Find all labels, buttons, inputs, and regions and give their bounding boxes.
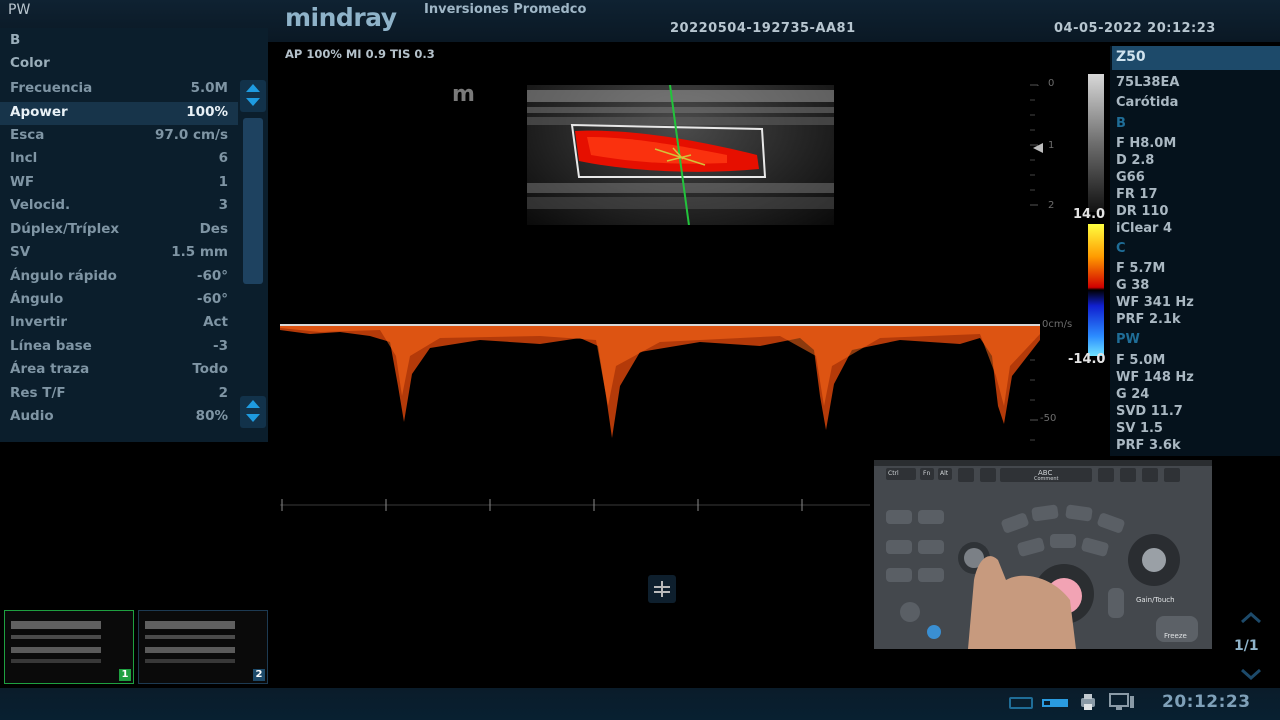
brand-logo: mindray xyxy=(285,3,397,32)
b-param: D 2.8 xyxy=(1116,153,1155,168)
monitor-icon[interactable] xyxy=(1108,692,1136,712)
bmode-image[interactable] xyxy=(527,85,834,225)
b-param: iClear 4 xyxy=(1116,221,1173,236)
system-model-title: Z50 xyxy=(1112,46,1280,70)
arrow-down-icon xyxy=(246,400,260,422)
printer-icon[interactable] xyxy=(1078,692,1098,712)
pw-param: G 24 xyxy=(1116,387,1150,402)
time-axis xyxy=(280,499,870,511)
c-param: G 38 xyxy=(1116,278,1150,293)
storage-icon[interactable] xyxy=(1040,694,1070,712)
acoustic-output: AP 100% MI 0.9 TIS 0.3 xyxy=(285,47,435,61)
menu-row-frecuencia[interactable]: Frecuencia 5.0M xyxy=(0,78,238,101)
b-param: G66 xyxy=(1116,170,1145,185)
exam-datetime: 04-05-2022 20:12:23 xyxy=(1054,21,1216,36)
system-clock: 20:12:23 xyxy=(1162,692,1251,712)
pw-param: SV 1.5 xyxy=(1116,421,1163,436)
menu-row-wf[interactable]: WF 1 xyxy=(0,172,238,195)
menu-row-angulo-rapido[interactable]: Ángulo rápido -60° xyxy=(0,266,238,289)
console-freeze-label: Freeze xyxy=(1164,632,1187,640)
color-scale-min: -14.0 xyxy=(1068,352,1106,367)
color-map-bar xyxy=(1088,224,1104,356)
control-panel-video-overlay: ABC Comment Ctrl Fn Alt Gain/Touch Freez… xyxy=(874,460,1212,649)
probe-orientation-icon: m xyxy=(452,82,475,107)
thumbnail-badge: 2 xyxy=(253,669,265,681)
doppler-spectrum xyxy=(280,326,1040,438)
section-pw: PW xyxy=(1116,332,1140,347)
menu-row-area-traza[interactable]: Área traza Todo xyxy=(0,359,238,382)
section-c: C xyxy=(1116,241,1126,256)
arrow-up-icon xyxy=(246,84,260,106)
menu-row-duplex[interactable]: Dúplex/Tríplex Des xyxy=(0,219,238,242)
velocity-mark-minus50: -50 xyxy=(1040,413,1057,424)
menu-row-esca[interactable]: Esca 97.0 cm/s xyxy=(0,125,238,148)
menu-row-velocid[interactable]: Velocid. 3 xyxy=(0,195,238,218)
menu-row-sv[interactable]: SV 1.5 mm xyxy=(0,242,238,265)
institution-name: Inversiones Promedco xyxy=(424,2,587,17)
patient-id: 20220504-192735-AA81 xyxy=(670,21,856,36)
velocity-zero-label: 0cm/s xyxy=(1042,319,1073,330)
thumbnail-image xyxy=(145,621,235,663)
menu-page-up-button[interactable] xyxy=(240,80,266,112)
menu-row-apower[interactable]: Apower 100% xyxy=(0,102,238,125)
b-param: F H8.0M xyxy=(1116,136,1177,151)
parameter-menu: B Color Frecuencia 5.0M Apower 100% Esca 97… xyxy=(0,28,268,442)
c-param: WF 341 Hz xyxy=(1116,295,1194,310)
chevron-up-icon[interactable] xyxy=(1240,612,1262,624)
color-scale-max: 14.0 xyxy=(1073,207,1106,222)
console-alt-key: Alt xyxy=(940,470,949,477)
console-fn-key: Fn xyxy=(923,470,931,477)
menu-row-res-tf[interactable]: Res T/F 2 xyxy=(0,383,238,406)
pw-param: PRF 3.6k xyxy=(1116,438,1181,453)
menu-page-down-button[interactable] xyxy=(240,396,266,428)
console-comment-label: Comment xyxy=(1034,476,1059,482)
console-gain-label: Gain/Touch xyxy=(1136,596,1175,604)
page-number: 1/1 xyxy=(1234,638,1259,654)
carotid-image-svg xyxy=(527,85,834,225)
c-param: F 5.7M xyxy=(1116,261,1166,276)
probe-name: 75L38EA xyxy=(1116,75,1180,90)
thumbnail-image xyxy=(11,621,101,663)
menu-row-invertir[interactable]: Invertir Act xyxy=(0,312,238,335)
page-indicator: 1/1 xyxy=(1222,612,1280,684)
network-icon[interactable] xyxy=(1008,694,1034,712)
thumbnail-1[interactable]: 1 xyxy=(4,610,134,684)
pw-param: SVD 11.7 xyxy=(1116,404,1183,419)
section-b: B xyxy=(1116,116,1126,131)
menu-row-audio[interactable]: Audio 80% xyxy=(0,406,238,429)
menu-header-color[interactable]: Color xyxy=(0,53,238,76)
pw-param: F 5.0M xyxy=(1116,353,1166,368)
thumbnail-badge: 1 xyxy=(119,669,131,681)
console-ctrl-key: Ctrl xyxy=(888,470,899,477)
thumbnail-2[interactable]: 2 xyxy=(138,610,268,684)
exam-preset: Carótida xyxy=(1116,95,1179,110)
menu-scrollbar-thumb[interactable] xyxy=(243,118,263,284)
pw-param: WF 148 Hz xyxy=(1116,370,1194,385)
b-param: FR 17 xyxy=(1116,187,1158,202)
menu-row-angulo[interactable]: Ángulo -60° xyxy=(0,289,238,312)
menu-row-incl[interactable]: Incl 6 xyxy=(0,148,238,171)
mode-label: PW xyxy=(8,2,31,18)
chevron-down-icon[interactable] xyxy=(1240,668,1262,680)
cursor-marker-icon[interactable] xyxy=(648,575,676,603)
menu-header-b[interactable]: B xyxy=(0,30,238,53)
gray-map-bar xyxy=(1088,74,1104,212)
b-param: DR 110 xyxy=(1116,204,1169,219)
control-panel-illustration xyxy=(874,460,1212,649)
c-param: PRF 2.1k xyxy=(1116,312,1181,327)
menu-row-linea-base[interactable]: Línea base -3 xyxy=(0,336,238,359)
